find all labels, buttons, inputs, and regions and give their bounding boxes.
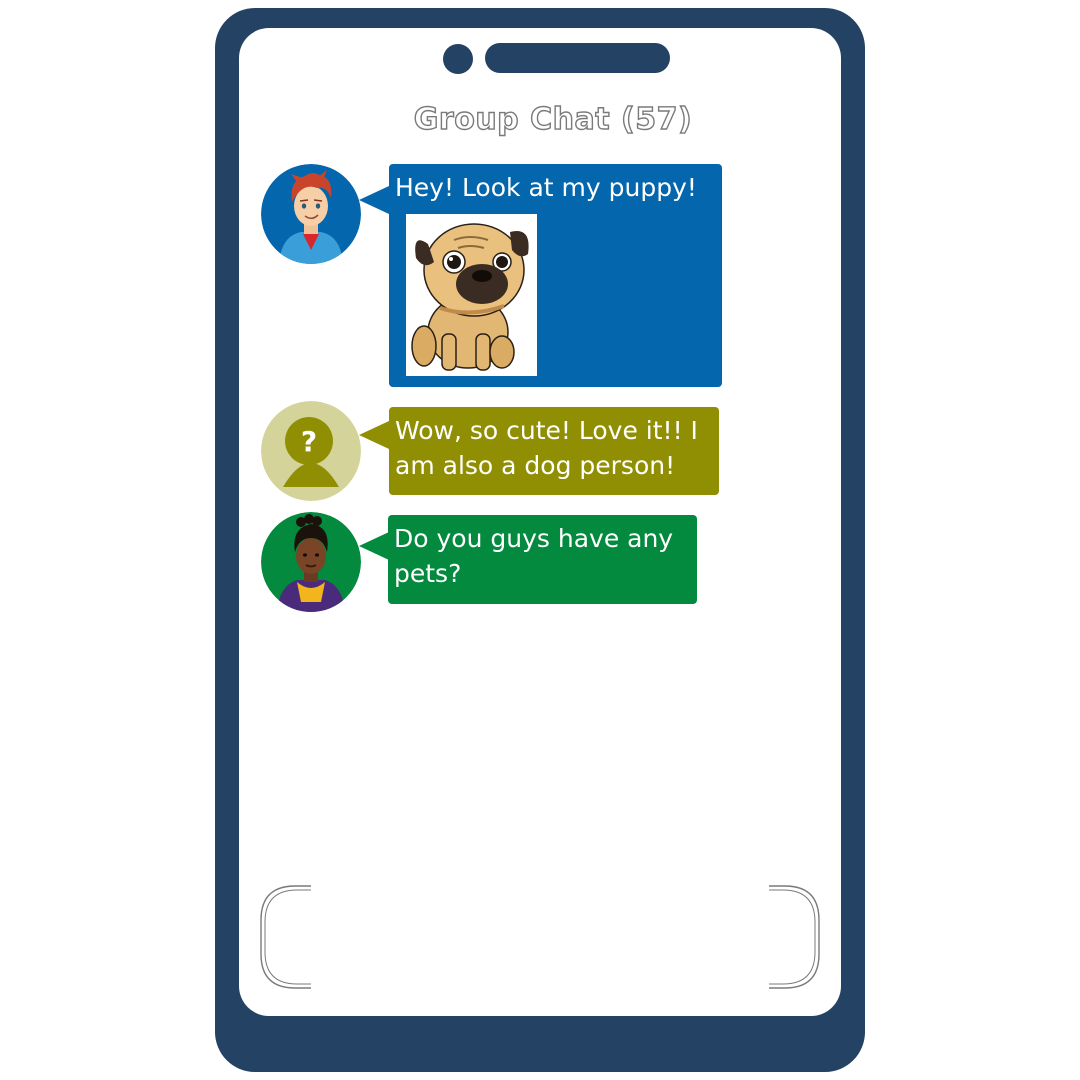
braided-hair-woman-avatar[interactable] xyxy=(261,512,361,612)
message-1: Hey! Look at my puppy! xyxy=(261,164,722,394)
bubble-tail xyxy=(359,532,389,560)
speaker-grille xyxy=(485,43,670,73)
message-text: Do you guys have any pets? xyxy=(394,524,674,588)
svg-text:?: ? xyxy=(301,425,317,458)
message-2: ? Wow, so cute! Love it!! I am also a do… xyxy=(261,401,721,501)
bubble-tail xyxy=(359,421,389,449)
phone-frame: Group Chat (57) Hey! Look at my puppy! ?… xyxy=(215,8,865,1072)
message-bubble[interactable]: Wow, so cute! Love it!! I am also a dog … xyxy=(389,407,719,495)
message-bubble[interactable]: Hey! Look at my puppy! xyxy=(389,164,722,387)
red-haired-boy-avatar[interactable] xyxy=(261,164,361,264)
pug-puppy-image[interactable] xyxy=(406,214,537,376)
message-bubble[interactable]: Do you guys have any pets? xyxy=(388,515,697,604)
unknown-user-avatar[interactable]: ? xyxy=(261,401,361,501)
message-text: Wow, so cute! Love it!! I am also a dog … xyxy=(395,416,698,480)
bubble-tail xyxy=(359,186,389,214)
camera-icon xyxy=(443,44,473,74)
phone-screen: Group Chat (57) Hey! Look at my puppy! ?… xyxy=(239,28,841,1016)
message-3: Do you guys have any pets? xyxy=(261,512,721,612)
message-input-area[interactable] xyxy=(259,884,821,990)
chat-title: Group Chat (57) xyxy=(413,101,693,137)
message-text: Hey! Look at my puppy! xyxy=(395,173,697,202)
